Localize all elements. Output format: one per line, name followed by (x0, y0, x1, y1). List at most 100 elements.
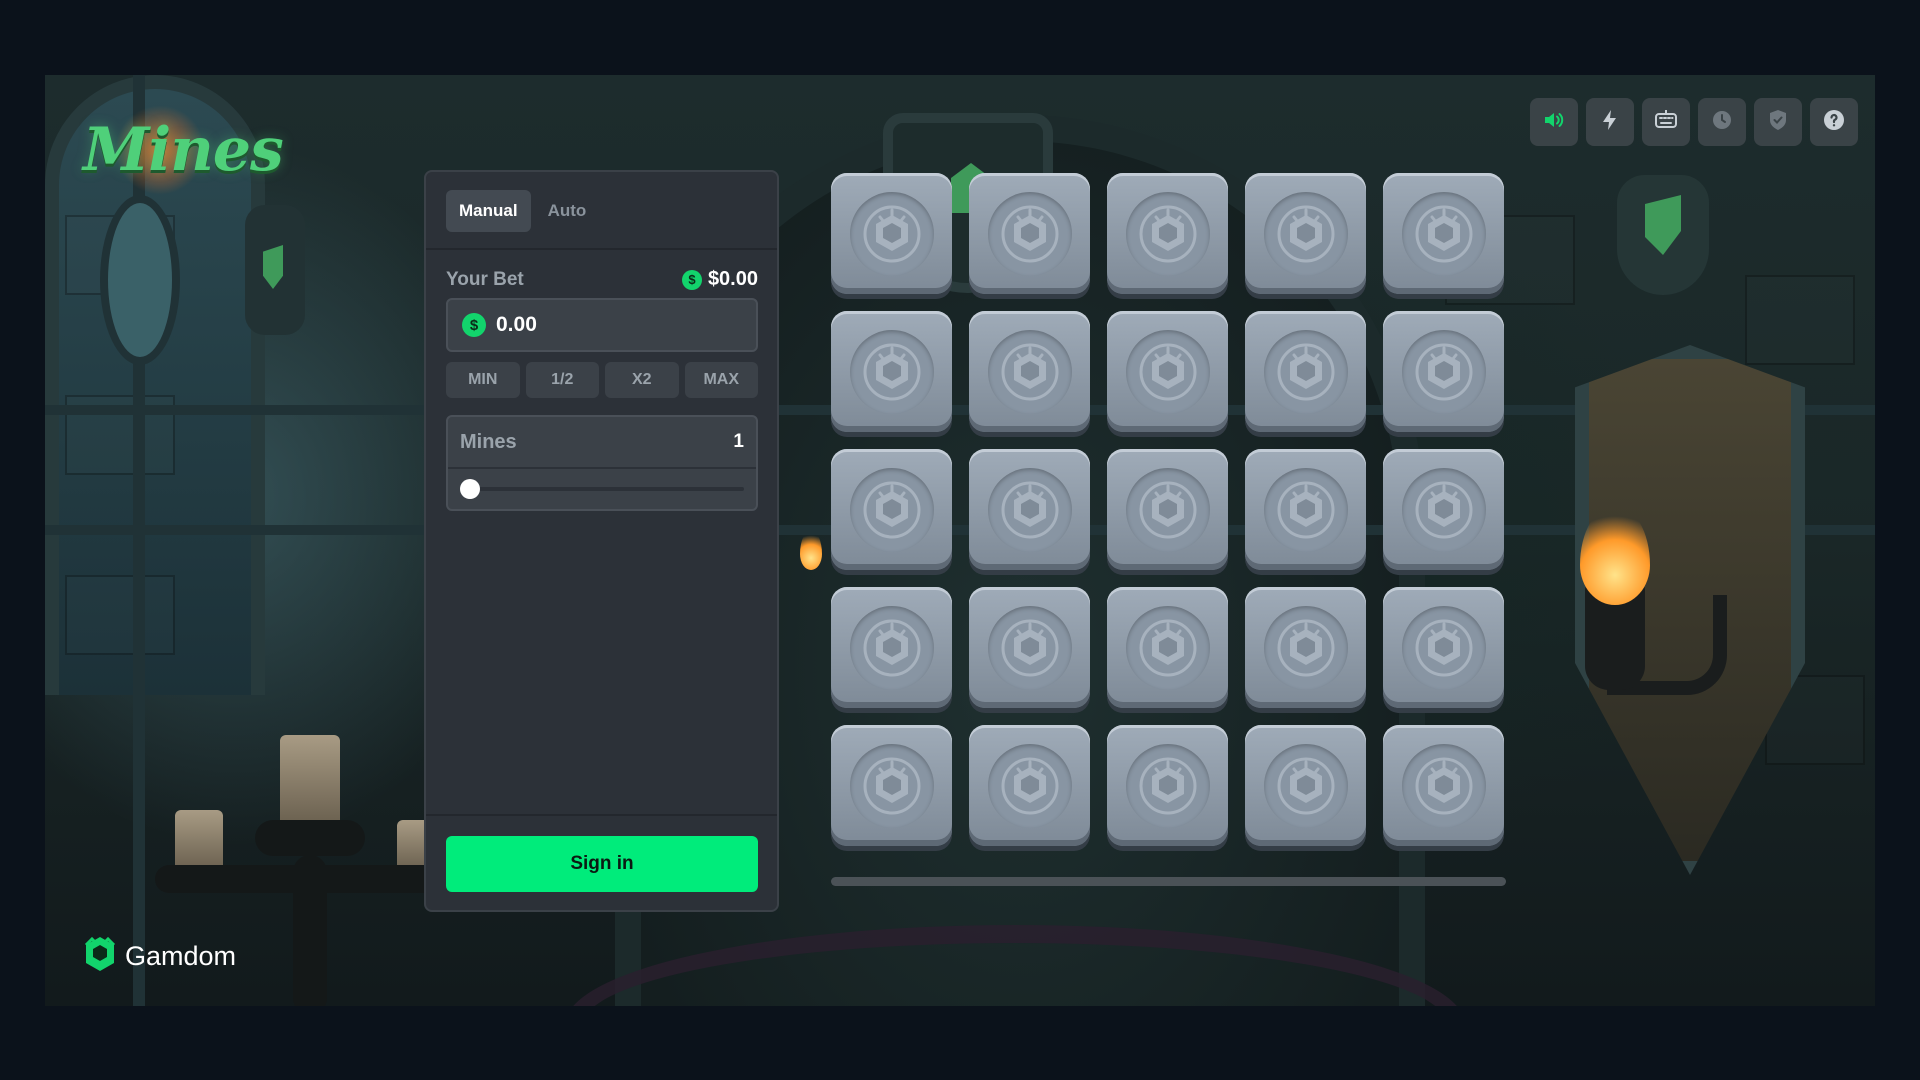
mine-tile-r3-c5[interactable] (1383, 449, 1504, 570)
mine-tile-r4-c3[interactable] (1107, 587, 1228, 708)
hotkeys-button[interactable] (1642, 98, 1690, 146)
history-clock-icon (1710, 108, 1734, 137)
mine-tile-r1-c5[interactable] (1383, 173, 1504, 294)
mine-tile-r1-c3[interactable] (1107, 173, 1228, 294)
mine-tile-r1-c2[interactable] (969, 173, 1090, 294)
mine-tile-r5-c1[interactable] (831, 725, 952, 846)
mine-tile-r2-c5[interactable] (1383, 311, 1504, 432)
dollar-coin-icon: $ (462, 313, 486, 337)
mine-tile-r1-c4[interactable] (1245, 173, 1366, 294)
sound-button[interactable] (1530, 98, 1578, 146)
slider-thumb[interactable] (460, 479, 480, 499)
game-logo: Mines (75, 95, 284, 215)
mine-tile-r4-c4[interactable] (1245, 587, 1366, 708)
mine-tile-r2-c3[interactable] (1107, 311, 1228, 432)
tile-emblem-icon (849, 467, 934, 552)
bet-amount-input[interactable] (496, 313, 736, 337)
mine-tile-r2-c2[interactable] (969, 311, 1090, 432)
mine-tile-r3-c4[interactable] (1245, 449, 1366, 570)
gamdom-logo-icon (83, 935, 117, 978)
mine-tile-r2-c4[interactable] (1245, 311, 1366, 432)
mine-tile-r5-c2[interactable] (969, 725, 1090, 846)
tile-emblem-icon (849, 329, 934, 414)
mine-tile-r5-c4[interactable] (1245, 725, 1366, 846)
bet-balance: $ $0.00 (681, 268, 758, 291)
tile-emblem-icon (849, 743, 934, 828)
round-progress-bar (831, 877, 1506, 886)
tile-emblem-icon (1401, 467, 1486, 552)
tile-emblem-icon (1401, 191, 1486, 276)
fairness-shield-icon (1766, 108, 1790, 137)
tile-emblem-icon (1263, 191, 1348, 276)
mines-board (831, 173, 1506, 846)
mine-tile-r3-c1[interactable] (831, 449, 952, 570)
divider (426, 814, 777, 816)
tile-emblem-icon (1401, 743, 1486, 828)
tile-emblem-icon (1125, 191, 1210, 276)
distant-torch-flame (800, 530, 822, 570)
sign-in-button[interactable]: Sign in (446, 836, 758, 892)
mine-tile-r4-c2[interactable] (969, 587, 1090, 708)
bet-label: Your Bet (446, 268, 524, 290)
tile-emblem-icon (1125, 467, 1210, 552)
quick-bet-buttons: MIN 1/2 X2 MAX (446, 362, 758, 398)
tab-manual[interactable]: Manual (446, 190, 531, 232)
tile-emblem-icon (987, 467, 1072, 552)
mines-count: 1 (733, 431, 744, 452)
help-button[interactable] (1810, 98, 1858, 146)
fairness-button[interactable] (1754, 98, 1802, 146)
tile-emblem-icon (849, 605, 934, 690)
mine-tile-r4-c5[interactable] (1383, 587, 1504, 708)
game-logo-text: Mines (83, 115, 284, 185)
mines-selector: Mines 1 (446, 415, 758, 511)
mine-tile-r5-c5[interactable] (1383, 725, 1504, 846)
mine-tile-r5-c3[interactable] (1107, 725, 1228, 846)
half-bet-button[interactable]: 1/2 (525, 362, 599, 398)
tile-emblem-icon (987, 743, 1072, 828)
mode-tabs: Manual Auto (446, 190, 599, 232)
min-bet-button[interactable]: MIN (446, 362, 520, 398)
tile-emblem-icon (987, 329, 1072, 414)
wall-banner-left (245, 205, 305, 335)
tile-emblem-icon (1263, 467, 1348, 552)
tile-emblem-icon (1125, 329, 1210, 414)
mines-header: Mines 1 (448, 417, 756, 469)
tile-emblem-icon (1263, 329, 1348, 414)
keyboard-icon (1654, 108, 1678, 137)
mine-tile-r3-c3[interactable] (1107, 449, 1228, 570)
tile-emblem-icon (1263, 605, 1348, 690)
mine-tile-r1-c1[interactable] (831, 173, 952, 294)
bet-panel: Manual Auto Your Bet $ $0.00 $ MIN 1/2 X… (424, 170, 779, 912)
mine-tile-r4-c1[interactable] (831, 587, 952, 708)
tile-emblem-icon (1263, 743, 1348, 828)
double-bet-button[interactable]: X2 (605, 362, 679, 398)
mine-tile-r2-c1[interactable] (831, 311, 952, 432)
brand: Gamdom (83, 935, 236, 978)
turbo-button[interactable] (1586, 98, 1634, 146)
max-bet-button[interactable]: MAX (684, 362, 758, 398)
history-button[interactable] (1698, 98, 1746, 146)
help-icon (1822, 108, 1846, 137)
tile-emblem-icon (1401, 329, 1486, 414)
mines-slider[interactable] (460, 479, 744, 499)
game-frame: Mines Manual Auto Your Bet $ $0.00 $ 0.0… (45, 75, 1875, 1006)
dollar-coin-icon: $ (681, 269, 702, 290)
divider (426, 248, 777, 250)
sound-icon (1542, 108, 1566, 137)
tile-emblem-icon (849, 191, 934, 276)
tile-emblem-icon (1125, 605, 1210, 690)
wall-banner-right (1617, 175, 1709, 295)
bet-balance-value: $0.00 (707, 268, 758, 290)
mines-label: Mines (460, 430, 517, 453)
tile-emblem-icon (987, 605, 1072, 690)
tile-emblem-icon (1125, 743, 1210, 828)
mine-tile-r3-c2[interactable] (969, 449, 1090, 570)
brand-name: Gamdom (125, 941, 237, 971)
toolbar (1530, 98, 1858, 146)
bet-header: Your Bet $ $0.00 (446, 268, 758, 291)
lightning-icon (1598, 108, 1622, 137)
slider-track (460, 487, 744, 491)
bet-amount-field[interactable]: $ (446, 298, 758, 352)
tile-emblem-icon (987, 191, 1072, 276)
tab-auto[interactable]: Auto (535, 190, 600, 232)
